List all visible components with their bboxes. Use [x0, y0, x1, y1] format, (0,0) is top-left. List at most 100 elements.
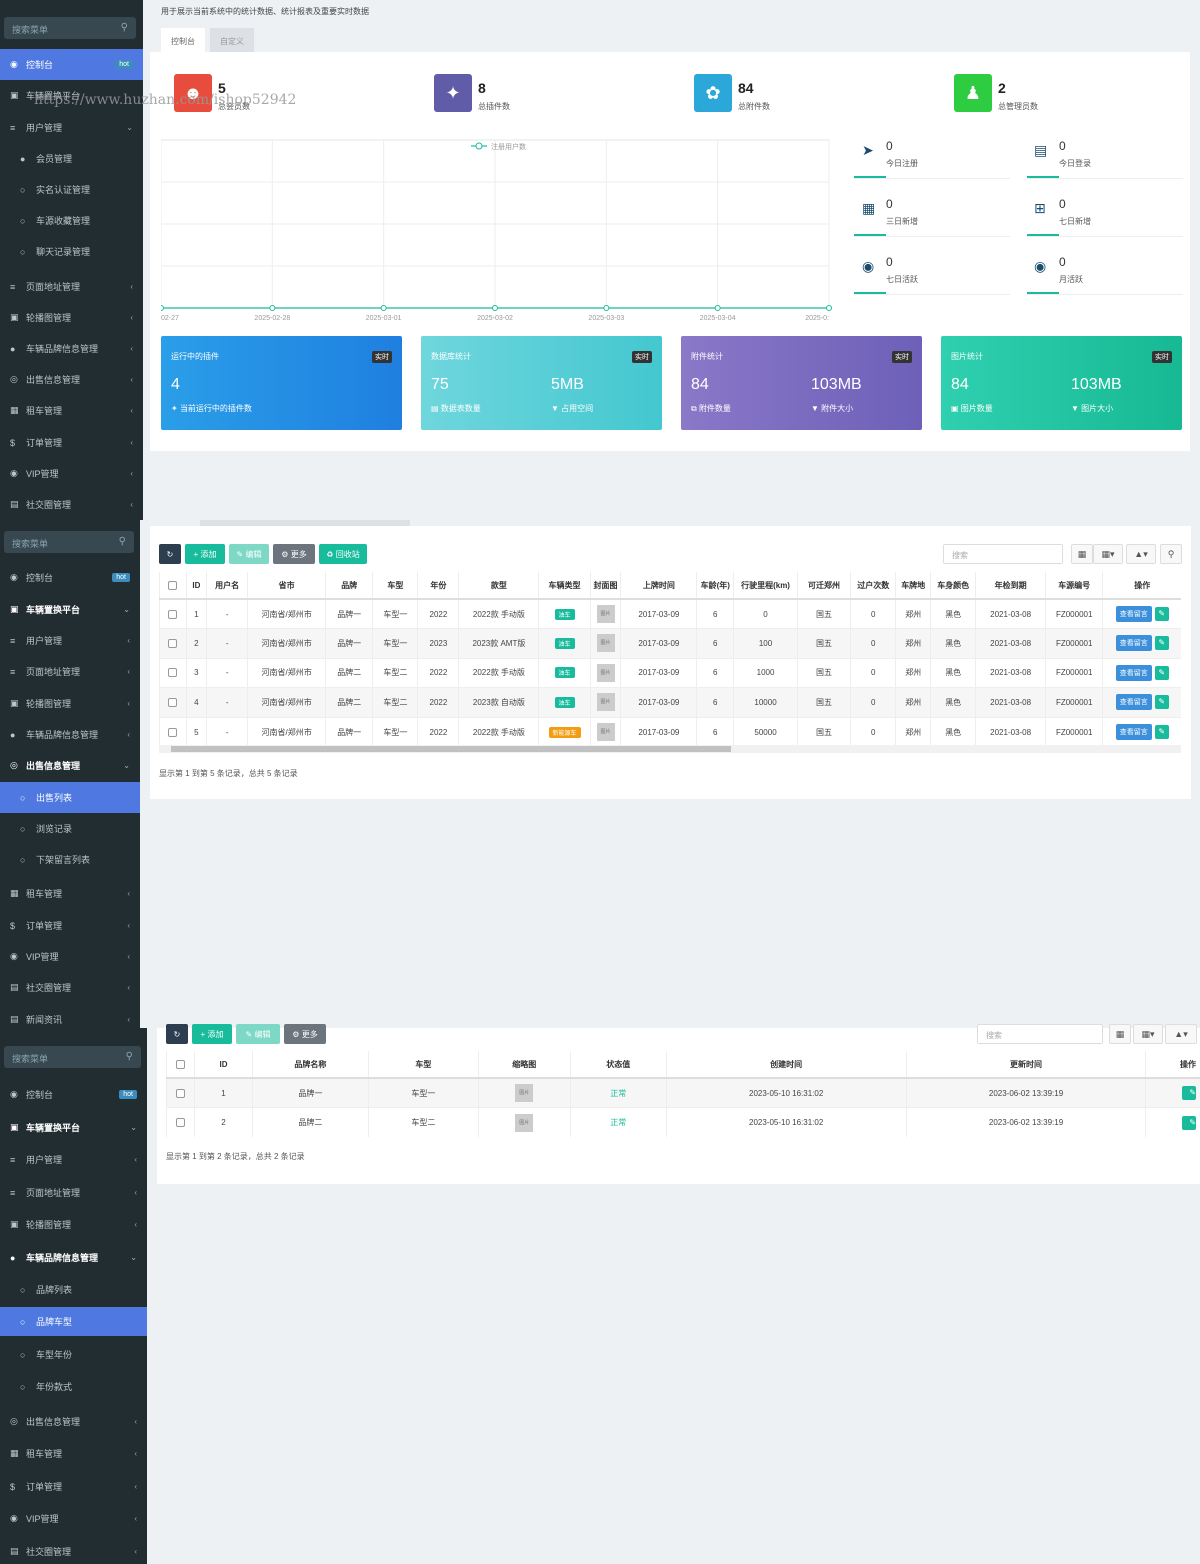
sidebar-item-brand[interactable]: ● 车辆品牌信息管理 ‹ — [0, 333, 143, 364]
sidebar-item-users[interactable]: ≡ 用户管理 ‹ — [0, 1144, 147, 1175]
column-header[interactable]: 车牌地 — [895, 572, 931, 600]
sidebar-item-sale[interactable]: ◎ 出售信息管理 ⌄ — [0, 750, 140, 781]
edit-icon[interactable]: ✎ — [1154, 665, 1169, 680]
table-row[interactable]: 3- 河南省/郑州市 品牌二 车型二 2022 2022款 手动版 油车 图片 2017-03-… — [159, 657, 1181, 688]
row-checkbox[interactable] — [168, 638, 178, 648]
sidebar-item-platform[interactable]: ▣ 车辆置换平台 ⌄ — [0, 594, 140, 625]
toggle-view-button[interactable]: ▦ — [1071, 544, 1093, 564]
table-row[interactable]: 4- 河南省/郑州市 品牌二 车型二 2022 2023款 自动版 油车 图片 2017-03-… — [159, 687, 1181, 717]
export-button[interactable]: ▲▾ — [1126, 544, 1156, 564]
sidebar-item-favorites[interactable]: ○ 车源收藏管理 — [0, 205, 143, 236]
search-icon[interactable]: ⚲ — [126, 1051, 133, 1062]
sidebar-item-browse[interactable]: ○ 浏览记录 — [0, 813, 140, 844]
select-all-checkbox[interactable] — [168, 580, 178, 590]
sidebar-item-sale[interactable]: ◎ 出售信息管理 ‹ — [0, 364, 143, 395]
select-all-checkbox[interactable] — [175, 1059, 185, 1069]
sidebar-item-social[interactable]: ▤ 社交圈管理 ‹ — [0, 1536, 147, 1564]
column-header[interactable]: 车身颜色 — [930, 572, 976, 600]
column-header[interactable]: 行驶里程(km) — [733, 572, 798, 600]
row-select-cell[interactable] — [159, 628, 187, 658]
column-header[interactable]: 年份 — [417, 572, 459, 600]
cover-thumbnail[interactable]: 图片 — [596, 634, 615, 653]
edit-icon[interactable]: ✎ — [1154, 725, 1169, 739]
sidebar-item-members[interactable]: ● 会员管理 — [0, 143, 143, 174]
sidebar-item-chat[interactable]: ○ 聊天记录管理 — [0, 236, 143, 267]
horizontal-scrollbar[interactable] — [159, 745, 1181, 753]
table-row[interactable]: 1- 河南省/郑州市 品牌一 车型一 2022 2022款 手动版 油车 图片 2017-03-… — [159, 598, 1181, 629]
search-toggle-button[interactable]: ⚲ — [1160, 544, 1182, 564]
column-header[interactable]: 可迁郑州 — [796, 572, 851, 600]
sidebar-item-pages[interactable]: ≡ 页面地址管理 ‹ — [0, 271, 143, 302]
view-messages-button[interactable]: 查看留言 — [1115, 635, 1152, 652]
column-header[interactable]: 省市 — [247, 572, 326, 600]
sidebar-item-vip[interactable]: ◉ VIP管理 ‹ — [0, 1503, 147, 1534]
sidebar-item-dashboard[interactable]: ◉ 控制台 hot — [0, 562, 140, 593]
row-checkbox[interactable] — [168, 609, 178, 619]
sidebar-item-orders[interactable]: $ 订单管理 ‹ — [0, 1471, 147, 1502]
column-header[interactable]: 车龄(年) — [696, 572, 734, 600]
sidebar-item-social[interactable]: ▤ 社交圈管理 ‹ — [0, 489, 143, 520]
row-checkbox[interactable] — [168, 727, 178, 737]
edit-button[interactable]: ✎ 编辑 — [236, 1024, 280, 1044]
sidebar-item-rental[interactable]: ▦ 租车管理 ‹ — [0, 878, 140, 909]
more-button[interactable]: ⚙ 更多 — [273, 544, 315, 564]
refresh-button[interactable]: ↻ — [166, 1024, 188, 1044]
sidebar-item-orders[interactable]: $ 订单管理 ‹ — [0, 910, 140, 941]
sidebar-item-users[interactable]: ≡ 用户管理 ‹ — [0, 625, 140, 656]
search-icon[interactable]: ⚲ — [121, 22, 128, 33]
row-checkbox[interactable] — [168, 668, 178, 678]
thumbnail[interactable]: 图片 — [515, 1084, 534, 1102]
more-button[interactable]: ⚙ 更多 — [284, 1024, 326, 1044]
columns-button[interactable]: ▦▾ — [1133, 1024, 1163, 1044]
sidebar-item-brand-models[interactable]: ○ 品牌车型 — [0, 1307, 147, 1336]
add-button[interactable]: + 添加 — [185, 544, 225, 564]
select-all-cell[interactable] — [159, 572, 187, 600]
sidebar-item-sale[interactable]: ◎ 出售信息管理 ‹ — [0, 1406, 147, 1437]
row-checkbox[interactable] — [175, 1118, 185, 1128]
sidebar-item-platform[interactable]: ▣ 车辆置换平台 ⌄ — [0, 1112, 147, 1143]
cover-thumbnail[interactable]: 图片 — [596, 723, 615, 741]
column-header[interactable]: 车源编号 — [1044, 572, 1103, 600]
edit-button[interactable]: ✎ 编辑 — [229, 544, 269, 564]
column-header[interactable]: 车型 — [367, 1051, 479, 1079]
select-all-cell[interactable] — [166, 1051, 195, 1079]
row-select-cell[interactable] — [166, 1107, 195, 1137]
column-header[interactable]: 品牌 — [325, 572, 373, 600]
sidebar-search[interactable]: 搜索菜单 ⚲ — [4, 17, 136, 39]
sidebar-item-sale-list[interactable]: ○ 出售列表 — [0, 782, 140, 813]
table-row[interactable]: 5- 河南省/郑州市 品牌一 车型一 2022 2022款 手动版 新能源车 图片 2017-0… — [159, 716, 1181, 747]
column-header[interactable]: 缩略图 — [477, 1051, 571, 1079]
thumbnail[interactable]: 图片 — [515, 1113, 534, 1132]
row-select-cell[interactable] — [159, 716, 187, 747]
sidebar-search[interactable]: 搜索菜单 ⚲ — [4, 1046, 141, 1068]
sidebar-search[interactable]: 搜索菜单 ⚲ — [4, 531, 134, 553]
sidebar-item-pages[interactable]: ≡ 页面地址管理 ‹ — [0, 1177, 147, 1208]
edit-icon[interactable]: ✎ — [1182, 1086, 1196, 1100]
sidebar-item-model-years[interactable]: ○ 车型年份 — [0, 1339, 147, 1370]
sidebar-item-orders[interactable]: $ 订单管理 ‹ — [0, 427, 143, 458]
column-header[interactable]: 款型 — [458, 572, 539, 600]
sidebar-item-pages[interactable]: ≡ 页面地址管理 ‹ — [0, 656, 140, 687]
add-button[interactable]: + 添加 — [192, 1024, 232, 1044]
column-header[interactable]: ID — [193, 1051, 253, 1079]
view-messages-button[interactable]: 查看留言 — [1115, 694, 1152, 711]
sidebar-item-social[interactable]: ▤ 社交圈管理 ‹ — [0, 972, 140, 1003]
sidebar-item-brand-list[interactable]: ○ 品牌列表 — [0, 1274, 147, 1305]
recycle-button[interactable]: ♻ 回收站 — [319, 544, 367, 564]
column-header[interactable]: 过户次数 — [850, 572, 896, 600]
export-button[interactable]: ▲▾ — [1165, 1024, 1197, 1044]
cover-thumbnail[interactable]: 图片 — [596, 693, 615, 712]
row-checkbox[interactable] — [175, 1088, 185, 1098]
table-row[interactable]: 2 品牌二 车型二 图片 正常 2023-05-10 16:31:02 2023-06-02… — [166, 1107, 1200, 1137]
row-select-cell[interactable] — [159, 657, 187, 688]
edit-icon[interactable]: ✎ — [1154, 636, 1169, 651]
sidebar-item-dashboard[interactable]: ◉ 控制台 hot — [0, 49, 143, 80]
row-select-cell[interactable] — [159, 687, 187, 717]
sidebar-item-vip[interactable]: ◉ VIP管理 ‹ — [0, 941, 140, 972]
column-header[interactable]: 更新时间 — [905, 1051, 1146, 1079]
table-row[interactable]: 1 品牌一 车型一 图片 正常 2023-05-10 16:31:02 2023-06-02… — [166, 1077, 1200, 1108]
column-header[interactable]: 车辆类型 — [538, 572, 591, 600]
sidebar-item-users[interactable]: ≡ 用户管理 ⌄ — [0, 112, 143, 143]
search-input[interactable]: 搜索 — [977, 1024, 1103, 1044]
cover-thumbnail[interactable]: 图片 — [596, 663, 615, 682]
